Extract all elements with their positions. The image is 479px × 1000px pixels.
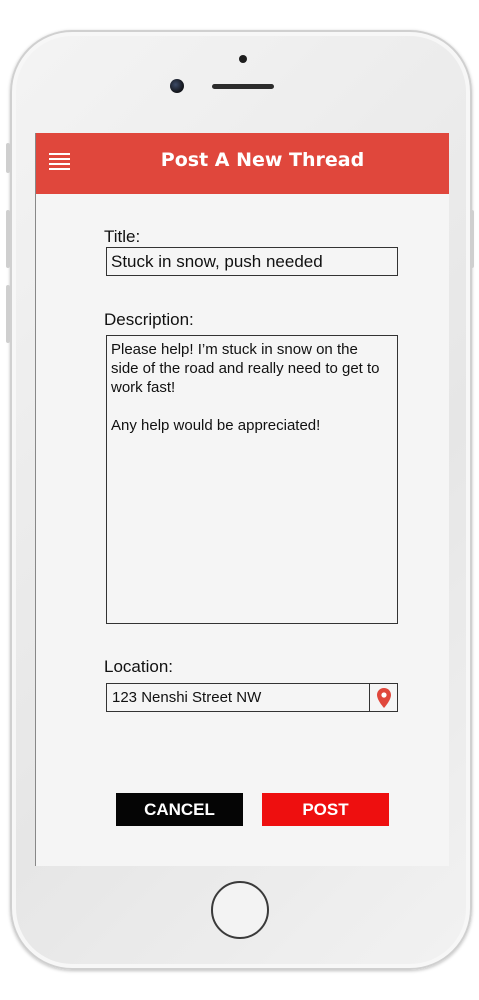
description-line: [111, 397, 397, 416]
location-input[interactable]: 123 Nenshi Street NW: [106, 683, 370, 712]
title-input[interactable]: Stuck in snow, push needed: [106, 247, 398, 276]
location-label: Location:: [104, 657, 173, 676]
description-line: Any help would be appreciated!: [111, 417, 321, 434]
map-pin-icon: [376, 687, 391, 708]
home-button[interactable]: [211, 881, 269, 939]
cancel-button[interactable]: CANCEL: [116, 793, 243, 826]
proximity-sensor: [239, 55, 247, 63]
description-label: Description:: [104, 310, 194, 329]
description-textarea[interactable]: Please help! I’m stuck in snow on the si…: [106, 335, 398, 624]
title-label: Title:: [104, 227, 141, 246]
post-button[interactable]: POST: [262, 793, 389, 826]
app-screen: Post A New Thread Title: Stuck in snow, …: [35, 133, 449, 866]
volume-up-button: [6, 210, 10, 268]
description-line: Please help! I’m stuck in snow on the: [111, 341, 358, 358]
front-camera: [170, 79, 184, 93]
side-button: [6, 143, 10, 173]
hamburger-menu-icon[interactable]: [49, 153, 70, 170]
description-line: side of the road and really need to get …: [111, 360, 380, 377]
location-pin-button[interactable]: [369, 683, 398, 712]
app-header: Post A New Thread: [36, 133, 449, 194]
volume-down-button: [6, 285, 10, 343]
description-line: work fast!: [111, 379, 176, 396]
page-title: Post A New Thread: [160, 149, 365, 171]
power-button: [470, 210, 474, 268]
earpiece-speaker: [212, 84, 274, 89]
